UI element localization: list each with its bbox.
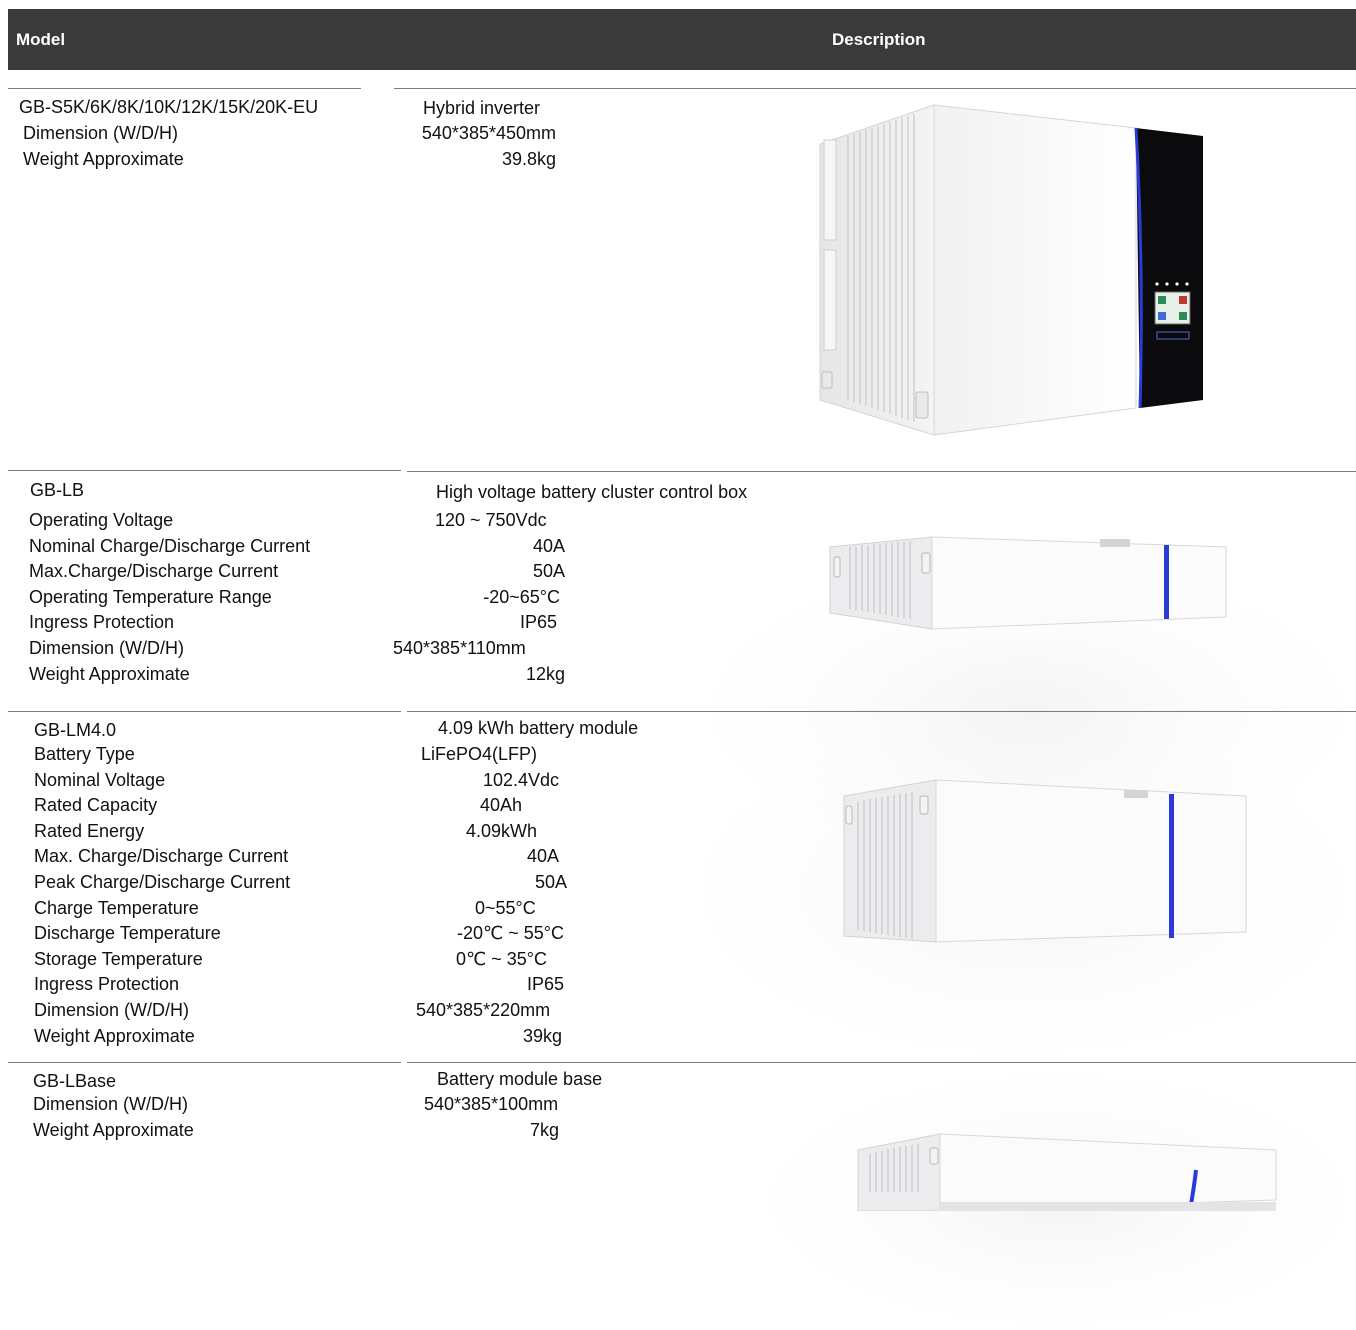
section-rule-left — [8, 1062, 401, 1063]
spec-label: Charge Temperature — [34, 897, 199, 918]
spec-value: 540*385*450mm — [421, 123, 556, 143]
spec-label: Discharge Temperature — [34, 923, 221, 944]
spec-labels: Dimension (W/D/H) Weight Approximate — [23, 121, 184, 172]
spec-value: 540*385*220mm — [416, 999, 551, 1020]
spec-label: Max. Charge/Discharge Current — [34, 846, 289, 867]
spec-value: 120 ~ 750Vdc — [435, 510, 547, 530]
spec-value: 50A — [535, 871, 568, 892]
spec-label: Nominal Voltage — [34, 769, 166, 790]
section-rule-right — [394, 88, 1356, 89]
section-rule-left — [8, 88, 361, 89]
spec-label: Weight Approximate — [23, 148, 184, 169]
battery-base-image — [857, 1133, 1277, 1211]
product-title: High voltage battery cluster control box — [436, 482, 748, 502]
spec-label: Dimension (W/D/H) — [34, 999, 190, 1020]
model-name: GB-LBase — [33, 1071, 117, 1091]
section-rule-right — [407, 711, 1356, 712]
spec-value: 40A — [527, 846, 560, 867]
spec-value: LiFePO4(LFP) — [421, 744, 538, 764]
spec-label: Battery Type — [34, 744, 135, 764]
section-rule-right — [407, 1062, 1356, 1063]
spec-label: Weight Approximate — [33, 1119, 194, 1140]
spec-value: 540*385*100mm — [424, 1094, 559, 1114]
spec-value: 12kg — [525, 663, 565, 684]
spec-value: 0℃ ~ 35°C — [456, 948, 547, 969]
spec-label: Ingress Protection — [29, 612, 175, 633]
spec-value: 7kg — [530, 1119, 560, 1140]
model-name: GB-LM4.0 — [34, 720, 117, 740]
control-box-image — [829, 536, 1227, 630]
battery-module-image — [843, 779, 1247, 943]
spec-label: Rated Energy — [34, 820, 145, 841]
product-title: Hybrid inverter — [423, 98, 541, 118]
spec-labels: Dimension (W/D/H) Weight Approximate — [33, 1092, 194, 1143]
spec-value: 39.8kg — [501, 148, 556, 169]
spec-values: 540*385*450mm 39.8kg — [404, 121, 556, 172]
spec-label: Weight Approximate — [29, 663, 190, 684]
spec-value: 40A — [532, 535, 565, 556]
spec-value: 0~55°C — [475, 897, 536, 918]
spec-value: IP65 — [519, 612, 557, 633]
spec-value: 39kg — [523, 1025, 563, 1046]
spec-value: 4.09kWh — [466, 820, 538, 841]
spec-values: 540*385*100mm 7kg — [424, 1092, 576, 1143]
spec-values: 120 ~ 750Vdc 40A 50A -20~65°C IP65 540*3… — [393, 508, 565, 687]
spec-label: Rated Capacity — [34, 795, 158, 816]
column-header-model: Model — [16, 30, 66, 49]
table-header: Model Description — [8, 9, 1356, 70]
spec-value: 50A — [532, 561, 565, 582]
spec-value: 40Ah — [480, 795, 523, 816]
model-name: GB-LB — [30, 480, 85, 500]
spec-value: 540*385*110mm — [393, 637, 526, 658]
spec-label: Peak Charge/Discharge Current — [34, 871, 291, 892]
spec-value: 102.4Vdc — [483, 769, 560, 790]
spec-labels: Operating Voltage Nominal Charge/Dischar… — [29, 508, 310, 687]
spec-label: Dimension (W/D/H) — [33, 1094, 189, 1114]
spec-label: Weight Approximate — [34, 1025, 195, 1046]
spec-label: Storage Temperature — [34, 948, 203, 969]
column-header-description: Description — [832, 30, 926, 49]
spec-label: Ingress Protection — [34, 974, 180, 995]
model-name: GB-S5K/6K/8K/10K/12K/15K/20K-EU — [19, 97, 319, 117]
spec-label: Max.Charge/Discharge Current — [29, 561, 279, 582]
product-title: 4.09 kWh battery module — [438, 718, 639, 738]
section-rule-left — [8, 711, 401, 712]
spec-label: Nominal Charge/Discharge Current — [29, 535, 311, 556]
spec-value: IP65 — [527, 974, 565, 995]
spec-label: Operating Temperature Range — [29, 586, 272, 607]
spec-value: -20℃ ~ 55°C — [457, 923, 564, 944]
spec-label: Dimension (W/D/H) — [29, 637, 185, 658]
hybrid-inverter-image — [819, 104, 1203, 436]
section-rule-left — [8, 470, 401, 471]
product-title: Battery module base — [437, 1069, 603, 1089]
spec-label: Dimension (W/D/H) — [23, 123, 179, 143]
spec-label: Operating Voltage — [29, 510, 174, 530]
spec-value: -20~65°C — [483, 586, 560, 607]
spec-values: LiFePO4(LFP) 102.4Vdc 40Ah 4.09kWh 40A 5… — [410, 742, 570, 1049]
spec-labels: Battery Type Nominal Voltage Rated Capac… — [34, 742, 290, 1049]
section-rule-right — [407, 471, 1356, 472]
